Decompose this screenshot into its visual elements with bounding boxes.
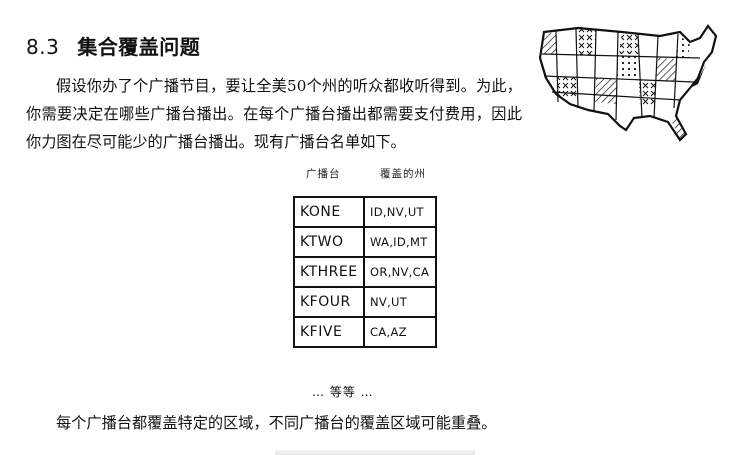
section-number: 8.3 [26, 35, 60, 59]
station-name: KTWO [293, 226, 365, 258]
closing-paragraph: 每个广播台都覆盖特定的区域，不同广播台的覆盖区域可能重叠。 [56, 414, 497, 432]
usa-map-icon [538, 24, 718, 142]
table-row: KONE ID,NV,UT [293, 196, 437, 228]
station-name: KTHREE [293, 256, 365, 288]
column-header-station: 广播台 [306, 168, 341, 180]
section-heading: 8.3 集合覆盖问题 [26, 31, 200, 60]
covered-states: ID,NV,UT [363, 196, 437, 228]
page-shadow [275, 450, 475, 455]
station-name: KONE [293, 196, 365, 228]
covered-states: CA,AZ [363, 316, 437, 348]
section-title: 集合覆盖问题 [77, 35, 201, 59]
covered-states: WA,ID,MT [363, 226, 437, 258]
table-row: KTHREE OR,NV,CA [293, 256, 437, 288]
column-header-states: 覆盖的州 [380, 168, 426, 180]
table-ellipsis: … 等等 … [312, 385, 374, 399]
covered-states: NV,UT [363, 286, 437, 318]
table-row: KTWO WA,ID,MT [293, 226, 437, 258]
intro-paragraph: 假设你办了个广播节目，要让全美50个州的听众都收听得到。为此，你需要决定在哪些广… [26, 77, 522, 151]
station-name: KFOUR [293, 286, 365, 318]
covered-states: OR,NV,CA [363, 256, 437, 288]
station-table: KONE ID,NV,UT KTWO WA,ID,MT KTHREE OR,NV… [293, 196, 437, 348]
table-row: KFOUR NV,UT [293, 286, 437, 318]
station-name: KFIVE [293, 316, 365, 348]
table-row: KFIVE CA,AZ [293, 316, 437, 348]
